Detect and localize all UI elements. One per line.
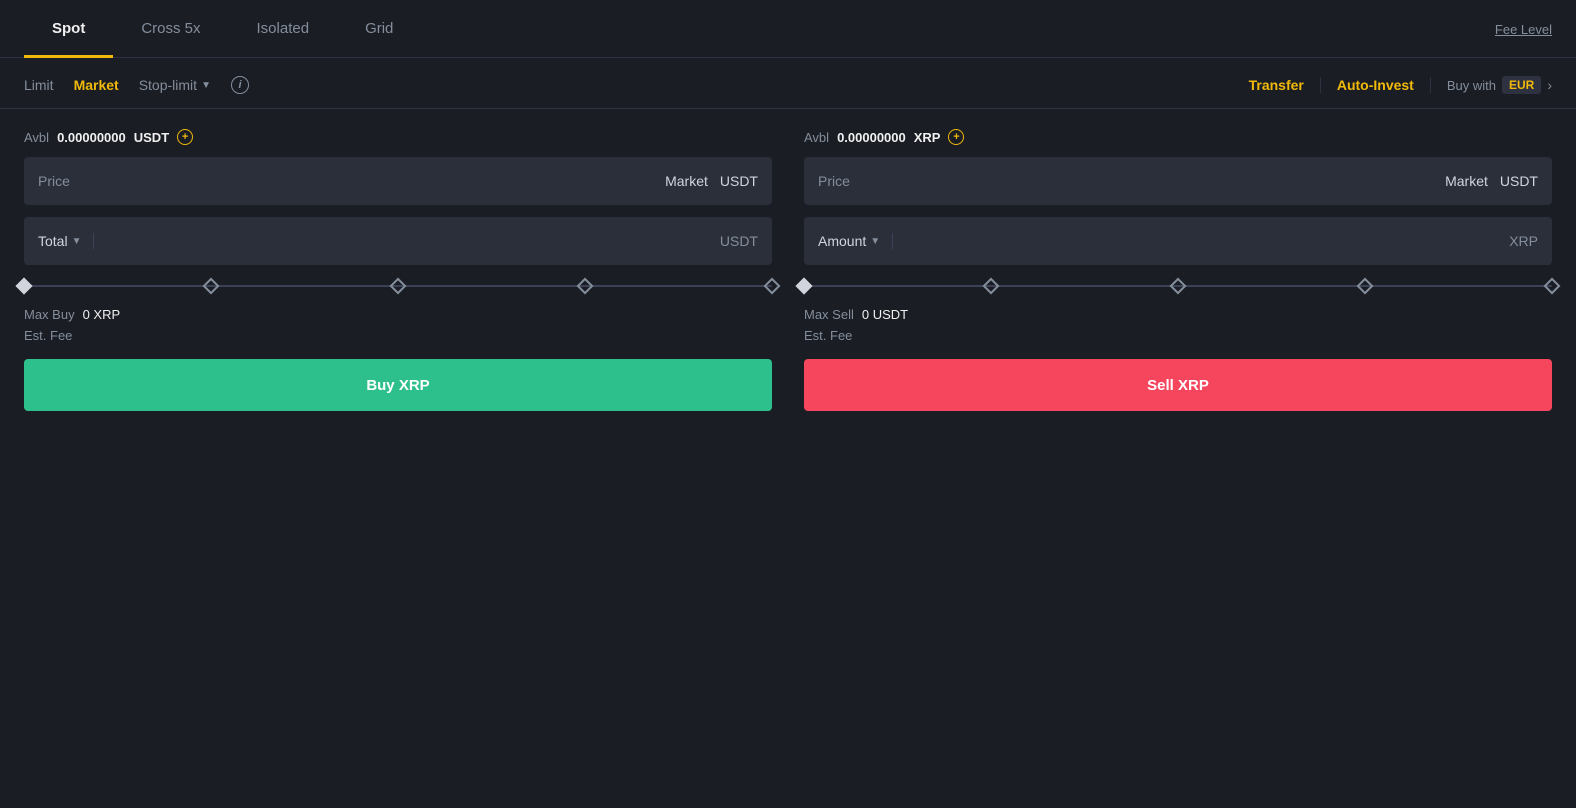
sell-slider-dot-2[interactable] <box>1170 278 1187 295</box>
buy-avbl-row: Avbl 0.00000000 USDT + <box>24 129 772 145</box>
sell-price-market: Market <box>1445 173 1488 189</box>
order-type-stop-limit[interactable]: Stop-limit ▼ <box>139 77 211 93</box>
sell-amount-field[interactable]: Amount ▼ XRP <box>804 217 1552 265</box>
sell-avbl-amount: 0.00000000 <box>837 130 906 145</box>
buy-avbl-currency: USDT <box>134 130 169 145</box>
buy-max-value: 0 XRP <box>83 307 121 322</box>
buy-price-currency: USDT <box>720 173 758 189</box>
sell-slider[interactable] <box>804 277 1552 295</box>
tabs-bar: Spot Cross 5x Isolated Grid Fee Level <box>0 0 1576 58</box>
buy-price-field[interactable]: Price Market USDT <box>24 157 772 205</box>
sell-fee-label: Est. Fee <box>804 328 852 343</box>
buy-total-field[interactable]: Total ▼ USDT <box>24 217 772 265</box>
buy-trade-info: Max Buy 0 XRP Est. Fee <box>24 307 772 343</box>
buy-slider-dot-2[interactable] <box>390 278 407 295</box>
order-type-limit[interactable]: Limit <box>24 77 54 93</box>
buy-button[interactable]: Buy XRP <box>24 359 772 411</box>
sell-amount-chevron-icon: ▼ <box>870 236 880 247</box>
sell-slider-dot-0[interactable] <box>796 278 813 295</box>
sell-slider-dot-1[interactable] <box>983 278 1000 295</box>
buy-price-market: Market <box>665 173 708 189</box>
tab-spot[interactable]: Spot <box>24 0 113 58</box>
sell-add-funds-icon[interactable]: + <box>948 129 964 145</box>
buy-total-chevron-icon: ▼ <box>72 236 82 247</box>
buy-with-chevron-icon: › <box>1547 77 1552 93</box>
buy-price-label: Price <box>38 173 70 189</box>
sell-max-row: Max Sell 0 USDT <box>804 307 1552 322</box>
stop-limit-chevron-icon: ▼ <box>201 80 211 91</box>
sell-slider-dot-4[interactable] <box>1544 278 1561 295</box>
buy-price-right: Market USDT <box>665 173 758 189</box>
sell-amount-dropdown[interactable]: Amount ▼ <box>818 233 893 249</box>
buy-max-label: Max Buy <box>24 307 75 322</box>
sell-side: Avbl 0.00000000 XRP + Price Market USDT … <box>804 129 1552 411</box>
buy-side: Avbl 0.00000000 USDT + Price Market USDT… <box>24 129 772 411</box>
buy-fee-row: Est. Fee <box>24 328 772 343</box>
buy-slider-dot-3[interactable] <box>577 278 594 295</box>
sell-amount-label: Amount <box>818 233 866 249</box>
currency-badge: EUR <box>1502 76 1541 94</box>
buy-with-container[interactable]: Buy with EUR › <box>1431 76 1552 94</box>
tab-isolated[interactable]: Isolated <box>229 0 338 58</box>
order-type-market[interactable]: Market <box>74 77 119 93</box>
buy-with-label: Buy with <box>1447 78 1496 93</box>
sell-price-currency: USDT <box>1500 173 1538 189</box>
sell-amount-currency: XRP <box>1509 233 1538 249</box>
sell-slider-track <box>804 285 1552 287</box>
transfer-button[interactable]: Transfer <box>1249 77 1321 93</box>
buy-slider-dot-1[interactable] <box>203 278 220 295</box>
sell-price-field[interactable]: Price Market USDT <box>804 157 1552 205</box>
sell-max-label: Max Sell <box>804 307 854 322</box>
buy-slider-dot-0[interactable] <box>16 278 33 295</box>
tab-grid[interactable]: Grid <box>337 0 421 58</box>
trading-area: Avbl 0.00000000 USDT + Price Market USDT… <box>0 109 1576 431</box>
buy-total-label: Total <box>38 233 68 249</box>
sell-trade-info: Max Sell 0 USDT Est. Fee <box>804 307 1552 343</box>
buy-total-currency: USDT <box>720 233 758 249</box>
buy-fee-label: Est. Fee <box>24 328 72 343</box>
tab-cross5x[interactable]: Cross 5x <box>113 0 228 58</box>
buy-avbl-label: Avbl <box>24 130 49 145</box>
buy-avbl-amount: 0.00000000 <box>57 130 126 145</box>
info-icon[interactable]: i <box>231 76 249 94</box>
sell-button[interactable]: Sell XRP <box>804 359 1552 411</box>
buy-total-dropdown[interactable]: Total ▼ <box>38 233 94 249</box>
sell-price-right: Market USDT <box>1445 173 1538 189</box>
order-type-bar: Limit Market Stop-limit ▼ i Transfer Aut… <box>0 58 1576 109</box>
buy-add-funds-icon[interactable]: + <box>177 129 193 145</box>
sell-price-label: Price <box>818 173 850 189</box>
buy-slider-dot-4[interactable] <box>764 278 781 295</box>
sell-avbl-label: Avbl <box>804 130 829 145</box>
buy-max-row: Max Buy 0 XRP <box>24 307 772 322</box>
right-actions: Transfer Auto-Invest Buy with EUR › <box>1249 76 1552 94</box>
buy-slider[interactable] <box>24 277 772 295</box>
auto-invest-button[interactable]: Auto-Invest <box>1321 77 1431 93</box>
sell-fee-row: Est. Fee <box>804 328 1552 343</box>
sell-avbl-currency: XRP <box>914 130 941 145</box>
buy-slider-track <box>24 285 772 287</box>
sell-slider-dot-3[interactable] <box>1357 278 1374 295</box>
sell-max-value: 0 USDT <box>862 307 908 322</box>
sell-avbl-row: Avbl 0.00000000 XRP + <box>804 129 1552 145</box>
fee-level-link[interactable]: Fee Level <box>1495 2 1552 55</box>
